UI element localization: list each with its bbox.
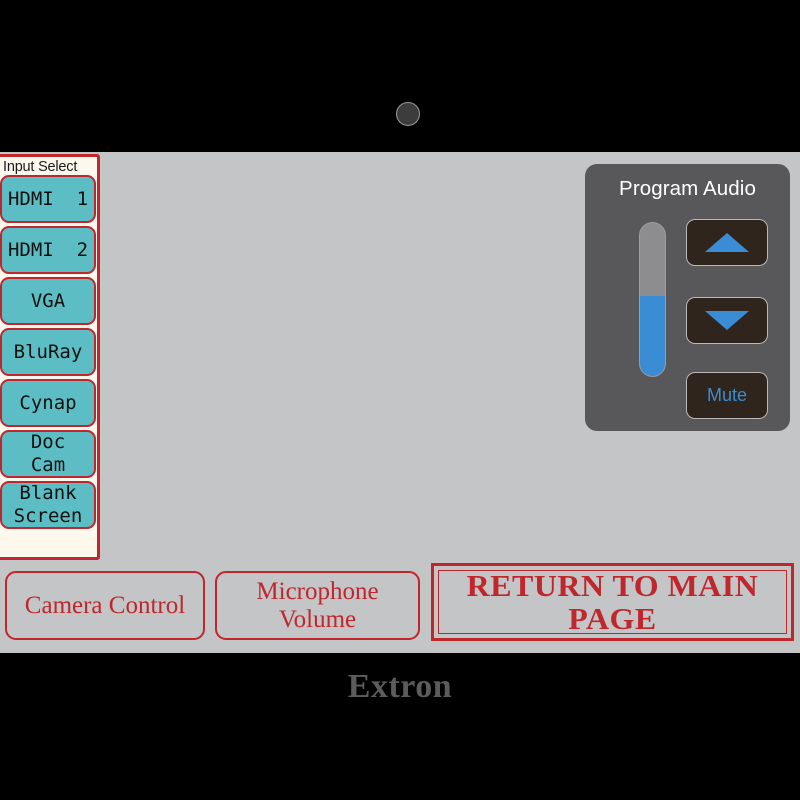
input-select-panel: Input Select HDMI 1 HDMI 2 VGA BluRay Cy… <box>0 154 100 560</box>
program-audio-title: Program Audio <box>619 177 756 200</box>
volume-slider[interactable] <box>639 222 666 377</box>
volume-down-button[interactable] <box>686 297 768 344</box>
mute-button[interactable]: Mute <box>686 372 768 419</box>
program-audio-panel: Program Audio Mute <box>585 164 790 431</box>
camera-control-button[interactable]: Camera Control <box>5 571 205 640</box>
input-button-blank-screen[interactable]: Blank Screen <box>0 481 96 529</box>
return-to-main-page-button[interactable]: RETURN TO MAIN PAGE <box>431 563 794 641</box>
triangle-down-icon <box>705 311 749 330</box>
input-button-vga[interactable]: VGA <box>0 277 96 325</box>
microphone-volume-button[interactable]: Microphone Volume <box>215 571 420 640</box>
device-bezel: Input Select HDMI 1 HDMI 2 VGA BluRay Cy… <box>0 0 800 800</box>
touch-screen: Input Select HDMI 1 HDMI 2 VGA BluRay Cy… <box>0 152 800 653</box>
input-button-bluray[interactable]: BluRay <box>0 328 96 376</box>
return-to-main-page-label: RETURN TO MAIN PAGE <box>466 568 759 636</box>
input-button-hdmi-2[interactable]: HDMI 2 <box>0 226 96 274</box>
mute-button-label: Mute <box>706 385 748 405</box>
input-button-doc-cam[interactable]: Doc Cam <box>0 430 96 478</box>
volume-up-button[interactable] <box>686 219 768 266</box>
input-select-title: Input Select <box>3 159 78 175</box>
triangle-up-icon <box>705 233 749 252</box>
brand-logo: Extron <box>347 668 453 705</box>
input-button-hdmi-1[interactable]: HDMI 1 <box>0 175 96 223</box>
volume-slider-fill <box>640 296 665 376</box>
input-button-cynap[interactable]: Cynap <box>0 379 96 427</box>
return-to-main-page-inner-border: RETURN TO MAIN PAGE <box>438 569 787 635</box>
camera-lens-icon <box>396 102 420 126</box>
